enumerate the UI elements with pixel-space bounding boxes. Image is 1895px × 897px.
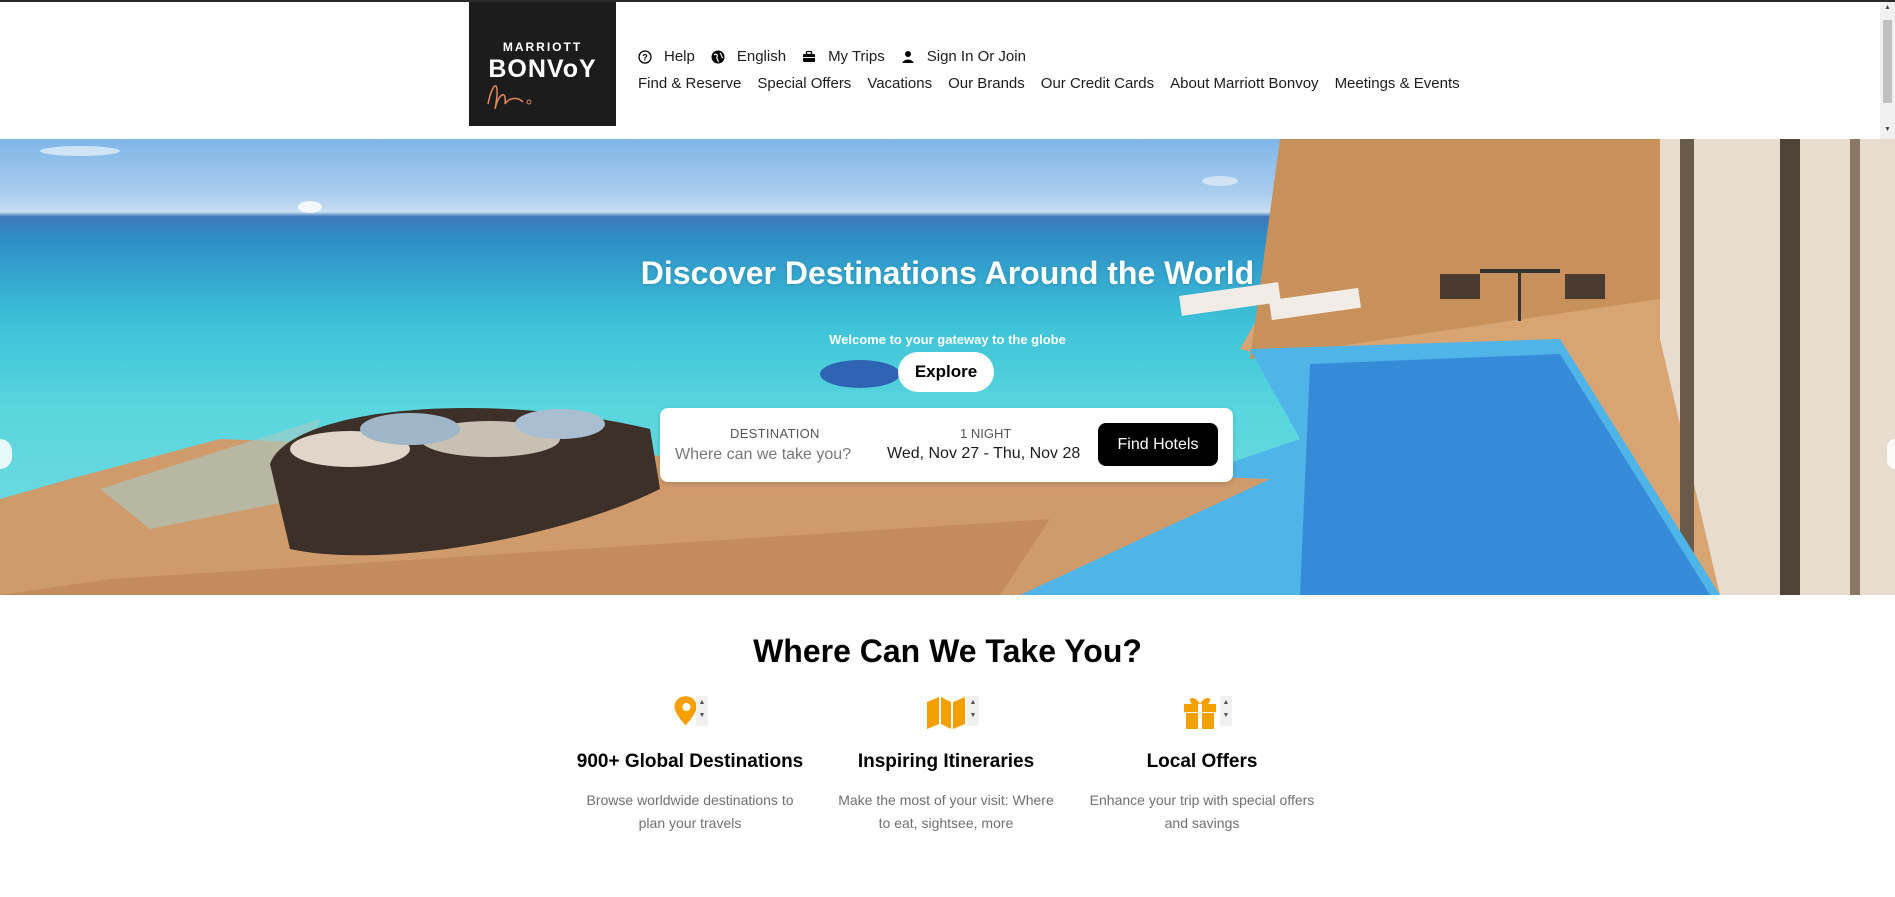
user-icon <box>901 50 915 64</box>
feature-description: Make the most of your visit: Where to ea… <box>838 792 1054 831</box>
destination-label: DESTINATION <box>730 426 820 441</box>
map-pin-icon: ▲ ▼ <box>670 692 710 732</box>
feature-local-offers: ▲ ▼ Local Offers Enhance your trip with s… <box>1077 692 1327 835</box>
explore-button[interactable]: Explore <box>898 352 994 392</box>
site-header: MARRIOTT BONVoY ? Help English My Trips … <box>0 2 1895 139</box>
page-scrollbar[interactable]: ▲ ▼ <box>1880 2 1895 139</box>
feature-title: Local Offers <box>1146 751 1258 772</box>
nav-vacations[interactable]: Vacations <box>867 75 932 92</box>
number-spinner[interactable]: ▲ ▼ <box>967 696 979 726</box>
briefcase-icon <box>802 50 816 64</box>
globe-icon <box>711 50 725 64</box>
nav-special-offers[interactable]: Special Offers <box>757 75 851 92</box>
number-spinner[interactable]: ▲ ▼ <box>1220 696 1232 726</box>
help-label: Help <box>664 48 695 65</box>
marriott-bonvoy-logo[interactable]: MARRIOTT BONVoY <box>469 2 616 126</box>
hotel-search-box: DESTINATION 1 NIGHT Wed, Nov 27 - Thu, N… <box>660 408 1233 482</box>
find-hotels-button[interactable]: Find Hotels <box>1098 423 1218 466</box>
feature-description: Browse worldwide destinations to plan yo… <box>586 792 794 831</box>
my-trips-link[interactable]: My Trips <box>802 48 885 65</box>
my-trips-label: My Trips <box>828 48 885 65</box>
feature-global-destinations: ▲ ▼ 900+ Global Destinations Browse world… <box>565 692 815 835</box>
logo-swirl-icon <box>487 85 532 110</box>
logo-line1: MARRIOTT <box>502 40 583 54</box>
destination-input[interactable] <box>675 443 865 467</box>
hero-title: Discover Destinations Around the World <box>640 255 1255 291</box>
main-nav: Find & Reserve Special Offers Vacations … <box>638 75 1476 92</box>
scroll-up-icon[interactable]: ▲ <box>1884 4 1891 11</box>
page: MARRIOTT BONVoY ? Help English My Trips … <box>0 0 1895 897</box>
help-link[interactable]: ? Help <box>638 48 695 65</box>
sign-in-label: Sign In Or Join <box>926 48 1026 65</box>
feature-description: Enhance your trip with special offers an… <box>1089 792 1315 831</box>
feature-title: 900+ Global Destinations <box>576 751 804 772</box>
nav-find-reserve[interactable]: Find & Reserve <box>638 75 741 92</box>
gift-icon: ▲ ▼ <box>1182 692 1232 732</box>
scroll-down-icon[interactable]: ▼ <box>1884 126 1891 133</box>
date-range-picker[interactable]: Wed, Nov 27 - Thu, Nov 28 <box>887 445 1080 463</box>
feature-itineraries: ▲ ▼ Inspiring Itineraries Make the most o… <box>821 692 1071 835</box>
nights-label: 1 NIGHT <box>960 426 1012 441</box>
utility-nav: ? Help English My Trips Sign In Or Join <box>638 48 1042 65</box>
help-icon: ? <box>638 49 652 64</box>
nav-credit-cards[interactable]: Our Credit Cards <box>1041 75 1154 92</box>
hero-subtitle: Welcome to your gateway to the globe <box>829 332 1066 347</box>
number-spinner[interactable]: ▲ ▼ <box>696 696 708 726</box>
language-selector[interactable]: English <box>711 48 786 65</box>
section-title: Where Can We Take You? <box>753 633 1142 669</box>
feature-title: Inspiring Itineraries <box>857 751 1035 772</box>
hero-banner: Discover Destinations Around the World W… <box>0 139 1895 595</box>
svg-text:?: ? <box>642 52 648 62</box>
nav-our-brands[interactable]: Our Brands <box>948 75 1025 92</box>
nav-meetings-events[interactable]: Meetings & Events <box>1335 75 1460 92</box>
language-label: English <box>736 48 787 65</box>
scrollbar-thumb[interactable] <box>1883 20 1892 103</box>
map-icon: ▲ ▼ <box>926 692 979 732</box>
nav-about[interactable]: About Marriott Bonvoy <box>1170 75 1318 92</box>
sign-in-link[interactable]: Sign In Or Join <box>901 48 1026 65</box>
carousel-next-button[interactable] <box>1887 439 1895 469</box>
